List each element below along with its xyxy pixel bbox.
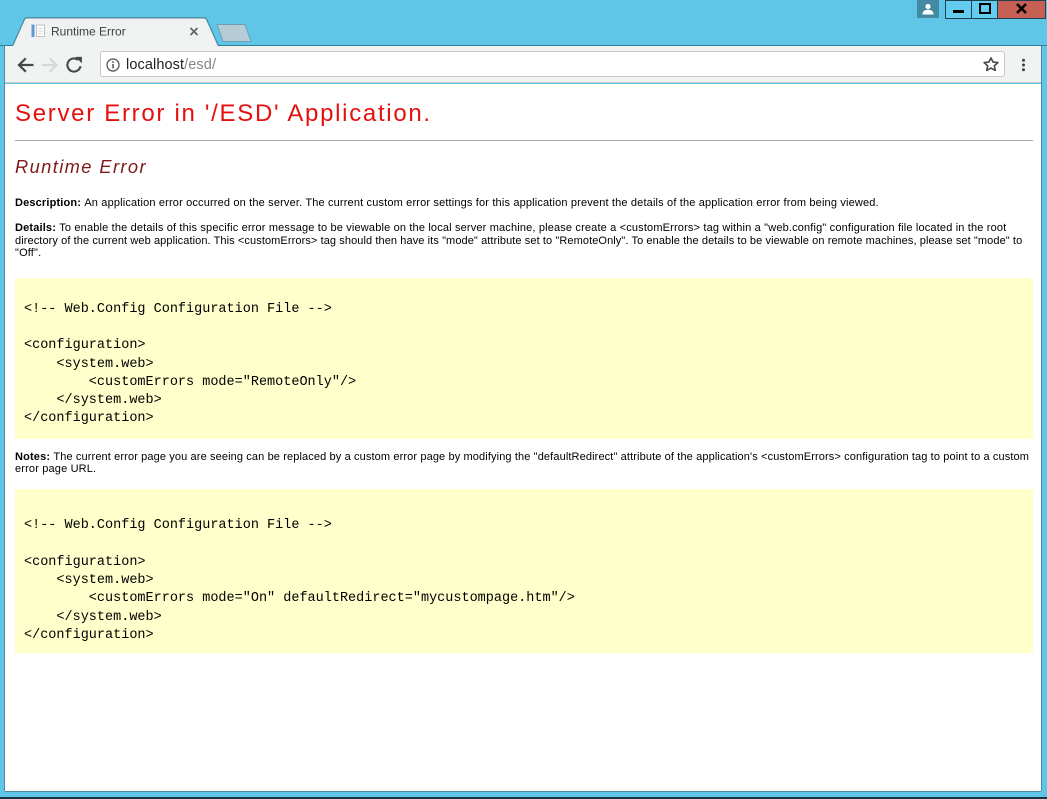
svg-text:Runtime Error: Runtime Error	[51, 25, 126, 39]
